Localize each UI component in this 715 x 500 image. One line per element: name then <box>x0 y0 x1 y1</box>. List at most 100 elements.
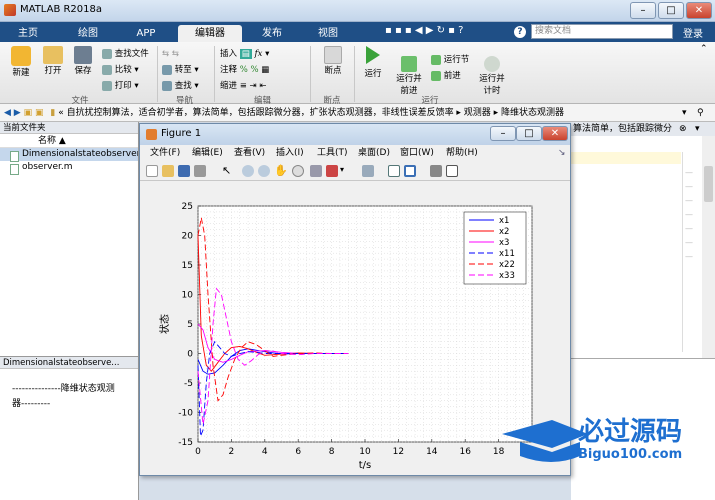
menu-insert[interactable]: 插入(I) <box>276 145 304 161</box>
colorbar-icon[interactable] <box>388 165 400 177</box>
tab-view[interactable]: 视图 <box>306 25 350 42</box>
help-icon[interactable]: ? <box>514 26 526 38</box>
title-bar: MATLAB R2018a – □ ✕ <box>0 0 715 22</box>
current-folder-panel: 当前文件夹 名称 ▲ Dimensionalstateobserver.m ob… <box>0 122 139 500</box>
menu-view[interactable]: 查看(V) <box>234 145 265 161</box>
scrollbar-thumb[interactable] <box>704 166 713 202</box>
run-advance-button[interactable]: 运行并 前进 <box>392 46 426 96</box>
run-section-button[interactable]: 运行节 <box>431 52 469 68</box>
pan-icon[interactable]: ✋ <box>274 164 288 177</box>
path-dropdown-icon[interactable]: ▾ <box>682 104 687 122</box>
zoom-in-icon[interactable] <box>242 165 254 177</box>
save-figure-icon[interactable] <box>178 165 190 177</box>
breakpoints-button[interactable]: 断点 <box>318 46 348 76</box>
legend-label: x22 <box>499 260 515 270</box>
fx-icon[interactable]: fx <box>254 49 262 59</box>
search-input[interactable]: 搜索文档 <box>531 24 673 39</box>
legend-label: x1 <box>499 216 509 226</box>
x-tick-label: 8 <box>329 447 335 457</box>
indent-button[interactable]: 缩进 ≡ ⇥ ⇤ <box>220 78 269 94</box>
new-label: 新建 <box>12 68 30 78</box>
figure-close-button[interactable]: ✕ <box>542 126 568 141</box>
save-button[interactable]: 保存 <box>70 46 96 76</box>
run-section-group: 运行节 前进 <box>431 52 469 84</box>
tab-home[interactable]: 主页 <box>6 25 50 42</box>
folder-up-icon[interactable]: ▣ <box>24 108 33 118</box>
tab-apps[interactable]: APP <box>124 25 168 42</box>
compare-icon <box>102 64 112 75</box>
minimize-button[interactable]: – <box>630 2 656 19</box>
legend-icon[interactable] <box>404 165 416 177</box>
menu-edit[interactable]: 编辑(E) <box>192 145 223 161</box>
hide-tools-icon[interactable] <box>430 165 442 177</box>
dock-icon[interactable]: ↘ <box>558 145 566 161</box>
ribbon: 新建 打开 保存 查找文件 比较 ▾ 打印 ▾ 文件 ⇆ ⇆ 转至 ▾ 查找 ▾… <box>0 42 715 106</box>
x-tick-label: 2 <box>229 447 235 457</box>
legend-box <box>463 211 527 285</box>
collapse-ribbon-icon[interactable]: ⌃ <box>700 44 708 54</box>
app-title: MATLAB R2018a <box>20 4 103 15</box>
menu-tools[interactable]: 工具(T) <box>317 145 348 161</box>
close-panel-icon[interactable]: ⊗ <box>679 124 687 134</box>
link-plot-icon[interactable] <box>362 165 374 177</box>
data-cursor-icon[interactable] <box>310 165 322 177</box>
print-button[interactable]: 打印 ▾ <box>102 78 149 94</box>
folder-open-icon <box>43 46 63 64</box>
details-panel: Dimensionalstateobserve... -------------… <box>0 356 138 500</box>
dropdown-icon[interactable]: ▾ <box>265 49 269 59</box>
find-files-button[interactable]: 查找文件 <box>102 46 149 62</box>
close-button[interactable]: ✕ <box>686 2 712 19</box>
pointer-icon[interactable]: ↖ <box>222 164 231 177</box>
run-button[interactable]: 运行 <box>360 46 386 79</box>
comment-button[interactable]: 注释 % % ▦ <box>220 62 269 78</box>
menu-file[interactable]: 文件(F) <box>150 145 180 161</box>
find-icon <box>162 80 172 91</box>
compare-button[interactable]: 比较 ▾ <box>102 62 149 78</box>
current-path[interactable]: « 自抗扰控制算法，适合初学者，算法简单，包括跟踪微分器，扩张状态观测器，非线性… <box>58 108 564 118</box>
browse-folder-icon[interactable]: ▣ <box>35 108 44 118</box>
file-row[interactable]: Dimensionalstateobserver.m <box>0 148 138 161</box>
tab-editor[interactable]: 编辑器 <box>178 25 242 42</box>
figure-minimize-button[interactable]: – <box>490 126 516 141</box>
forward-icon[interactable]: ▶ <box>14 108 21 118</box>
zoom-out-icon[interactable] <box>258 165 270 177</box>
search-path-icon[interactable]: ⚲ <box>697 104 704 122</box>
y-tick-label: -5 <box>184 379 193 389</box>
menu-window[interactable]: 窗口(W) <box>400 145 434 161</box>
open-button[interactable]: 打开 <box>40 46 66 76</box>
tab-plots[interactable]: 绘图 <box>66 25 110 42</box>
open-file-icon[interactable] <box>162 165 174 177</box>
figure-maximize-button[interactable]: □ <box>516 126 542 141</box>
new-figure-icon[interactable] <box>146 165 158 177</box>
back-icon[interactable]: ◀ <box>4 108 11 118</box>
figure-toolbar: ↖ ✋ ▾ <box>140 161 570 181</box>
quick-access-icons[interactable]: ▪ ▪ ▪ ◀ ▶ ↻ ▪ ? <box>385 25 463 36</box>
current-line-highlight <box>571 152 681 164</box>
goto-button[interactable]: 转至 ▾ <box>162 62 199 78</box>
edit-group: 插入 ▤ fx ▾ 注释 % % ▦ 缩进 ≡ ⇥ ⇤ <box>220 46 269 94</box>
menu-desktop[interactable]: 桌面(D) <box>358 145 390 161</box>
address-bar[interactable]: ◀ ▶ ▣ ▣ ▮ « 自抗扰控制算法，适合初学者，算法简单，包括跟踪微分器，扩… <box>0 104 715 122</box>
advance-button[interactable]: 前进 <box>431 68 469 84</box>
name-column-header[interactable]: 名称 ▲ <box>0 134 138 148</box>
wrap-icon[interactable]: ▦ <box>261 65 269 75</box>
name-column-label: 名称 ▲ <box>38 136 66 146</box>
menu-help[interactable]: 帮助(H) <box>446 145 478 161</box>
file-row[interactable]: observer.m <box>0 161 138 174</box>
run-and-time-button[interactable]: 运行并 计时 <box>476 46 508 96</box>
rotate-3d-icon[interactable] <box>292 165 304 177</box>
print-figure-icon[interactable] <box>194 165 206 177</box>
brush-icon[interactable] <box>326 165 338 177</box>
insert-button[interactable]: 插入 ▤ fx ▾ <box>220 46 269 62</box>
editor-panel: 算法简单，包括跟踪微分 ⊗ ▾ — — — — — — — <box>571 122 715 358</box>
vertical-scrollbar[interactable] <box>702 136 715 358</box>
find-button[interactable]: 查找 ▾ <box>162 78 199 94</box>
sign-in-link[interactable]: 登录 <box>683 25 703 40</box>
show-tools-icon[interactable] <box>446 165 458 177</box>
tab-publish[interactable]: 发布 <box>250 25 294 42</box>
new-button[interactable]: 新建 <box>8 46 34 78</box>
run-section-icon <box>431 54 441 65</box>
maximize-button[interactable]: □ <box>658 2 684 19</box>
brush-dropdown-icon[interactable]: ▾ <box>340 165 344 174</box>
panel-menu-icon[interactable]: ▾ <box>695 124 700 134</box>
